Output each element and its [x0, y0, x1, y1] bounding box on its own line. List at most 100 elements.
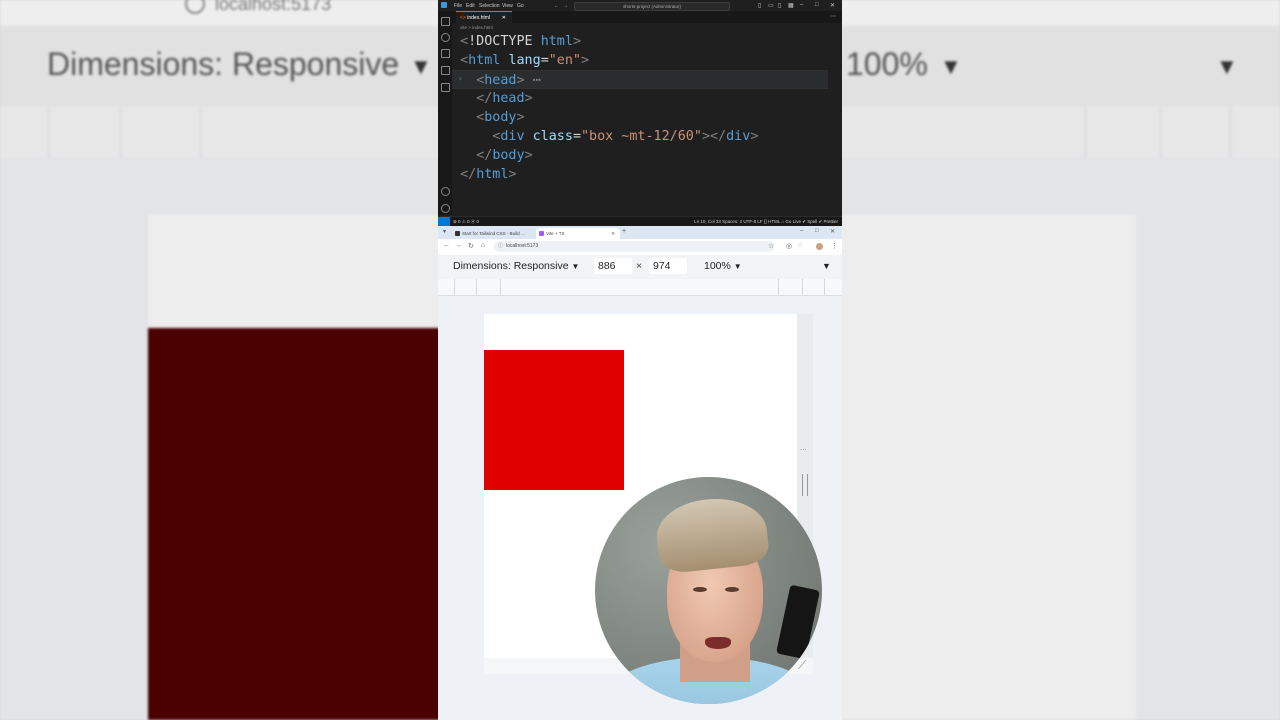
menu-edit[interactable]: Edit: [466, 3, 475, 9]
code-token: >: [516, 110, 525, 125]
html-file-icon: <>: [460, 15, 466, 21]
code-line[interactable]: </body>: [452, 146, 532, 165]
presenter-mouth: [705, 637, 731, 649]
new-tab-icon[interactable]: +: [622, 228, 626, 235]
code-token: lang: [508, 53, 541, 68]
address-bar-row: ← → ↻ ⌂ ⓘ localhost:5173 ☆ ◎ ◌ ⋮: [438, 239, 842, 255]
close-tab-icon[interactable]: ✕: [502, 12, 506, 24]
tab-list-icon[interactable]: ▾: [443, 228, 446, 235]
code-line[interactable]: <head> ⋯: [452, 70, 828, 89]
code-token: "en": [548, 53, 581, 68]
code-token: div: [500, 129, 533, 144]
minimize-icon[interactable]: –: [800, 228, 803, 234]
run-debug-icon[interactable]: [441, 66, 450, 75]
breadcrumb[interactable]: vite > index.html: [460, 25, 493, 30]
reload-icon[interactable]: ↻: [468, 242, 474, 250]
media-query-ruler[interactable]: [438, 279, 842, 296]
close-icon[interactable]: ✕: [830, 228, 835, 235]
code-token: <: [460, 53, 469, 68]
source-control-icon[interactable]: [441, 49, 450, 58]
device-options-icon[interactable]: ▼: [822, 261, 831, 271]
remote-indicator-icon[interactable]: [438, 217, 450, 226]
back-icon[interactable]: ←: [443, 242, 450, 249]
home-icon[interactable]: ⌂: [481, 242, 485, 249]
account-icon[interactable]: [441, 187, 450, 196]
editor-tabs: <> index.html ✕ ⋯: [452, 11, 842, 23]
resize-handle[interactable]: [802, 474, 808, 496]
code-editor-window: File Edit Selection View Go ← → shorts-p…: [438, 0, 842, 226]
status-right-items[interactable]: Ln 10, Col 33 Spaces: 2 UTF-8 LF {} HTML…: [694, 217, 838, 226]
code-token: ⋯: [532, 73, 541, 88]
close-icon[interactable]: ✕: [830, 2, 835, 9]
code-token: >: [581, 53, 590, 68]
url-input[interactable]: ⓘ localhost:5173: [494, 241, 774, 252]
code-line[interactable]: <html lang="en">: [452, 51, 589, 70]
minimize-icon[interactable]: –: [800, 2, 803, 8]
url-text: localhost:5173: [506, 243, 539, 249]
site-info-icon[interactable]: ⓘ: [498, 241, 503, 252]
tailwind-favicon-icon: [455, 231, 460, 236]
menu-selection[interactable]: Selection: [479, 3, 500, 9]
bookmark-star-icon[interactable]: ☆: [768, 242, 774, 250]
fold-chevron-icon[interactable]: ›: [458, 75, 462, 83]
device-toolbar: Dimensions: Responsive ▼ 886 × 974 100% …: [438, 255, 842, 279]
code-token: >: [572, 34, 581, 49]
browser-menu-icon[interactable]: ⋮: [831, 242, 838, 250]
code-token: >: [508, 167, 517, 182]
nav-back-icon[interactable]: ←: [554, 3, 559, 9]
extension-icon[interactable]: ◎: [786, 242, 792, 250]
maximize-icon[interactable]: □: [815, 228, 819, 234]
browser-tab-vite[interactable]: Vite + TS ✕: [536, 228, 620, 239]
bg-caret-icon: ▼: [940, 54, 962, 79]
code-area[interactable]: <!DOCTYPE html> <html lang="en"> <head> …: [452, 32, 842, 215]
code-token: </: [476, 148, 493, 163]
code-token: >: [516, 73, 533, 88]
dimensions-dropdown[interactable]: Dimensions: Responsive ▼: [453, 260, 579, 272]
dimensions-label: Dimensions: Responsive: [453, 260, 569, 272]
code-token: body: [484, 110, 517, 125]
zoom-dropdown[interactable]: 100% ▼: [704, 260, 742, 272]
profile-avatar[interactable]: [816, 243, 823, 250]
corner-resize-icon[interactable]: ⟋: [798, 658, 806, 673]
zoom-label: 100%: [704, 260, 731, 272]
menu-view[interactable]: View: [502, 3, 513, 9]
command-center[interactable]: shorts-project (Administrator): [574, 2, 730, 11]
search-icon[interactable]: [441, 33, 450, 42]
forward-icon[interactable]: →: [455, 242, 462, 249]
nav-forward-icon[interactable]: →: [563, 3, 568, 9]
webcam-overlay: [595, 477, 822, 704]
layout-icon[interactable]: ▦: [788, 2, 794, 9]
browser-tab-tailwind[interactable]: Start for Tailwind CSS - Build ...: [452, 228, 534, 239]
explorer-icon[interactable]: [441, 17, 450, 26]
code-line[interactable]: <body>: [452, 108, 525, 127]
height-input[interactable]: 974: [649, 258, 687, 274]
code-token: div: [726, 129, 751, 144]
tab-index-html[interactable]: <> index.html ✕: [456, 11, 512, 23]
code-token: =: [540, 53, 549, 68]
code-line[interactable]: <!DOCTYPE html>: [452, 32, 581, 51]
code-line[interactable]: <div class="box ~mt-12/60"></div>: [452, 127, 758, 146]
more-actions-icon[interactable]: ⋯: [830, 13, 836, 20]
menu-go[interactable]: Go: [517, 3, 524, 9]
layout-icon[interactable]: ▭: [768, 2, 774, 9]
maximize-icon[interactable]: □: [815, 2, 819, 8]
layout-icon[interactable]: ▯: [758, 2, 761, 9]
width-input[interactable]: 886: [594, 258, 632, 274]
code-token: html: [540, 34, 573, 49]
close-tab-icon[interactable]: ✕: [611, 228, 615, 239]
extension-icon[interactable]: ◌: [798, 242, 802, 249]
problems-status[interactable]: ⊗ 0 ⚠ 0 ⓦ 0: [453, 217, 479, 226]
code-token: <: [460, 34, 469, 49]
extensions-icon[interactable]: [441, 83, 450, 92]
code-token: class: [532, 129, 573, 144]
code-line[interactable]: </head>: [452, 89, 532, 108]
layout-icon[interactable]: ▯: [778, 2, 781, 9]
code-token: </: [476, 91, 493, 106]
bg-red-box: [148, 328, 448, 720]
menu-file[interactable]: File: [454, 3, 462, 9]
resize-grip-icon[interactable]: ⋯: [800, 446, 807, 454]
chevron-down-icon: ▼: [571, 262, 580, 271]
settings-gear-icon[interactable]: [441, 204, 450, 213]
code-line[interactable]: </html>: [452, 165, 517, 184]
code-token: =: [572, 129, 581, 144]
